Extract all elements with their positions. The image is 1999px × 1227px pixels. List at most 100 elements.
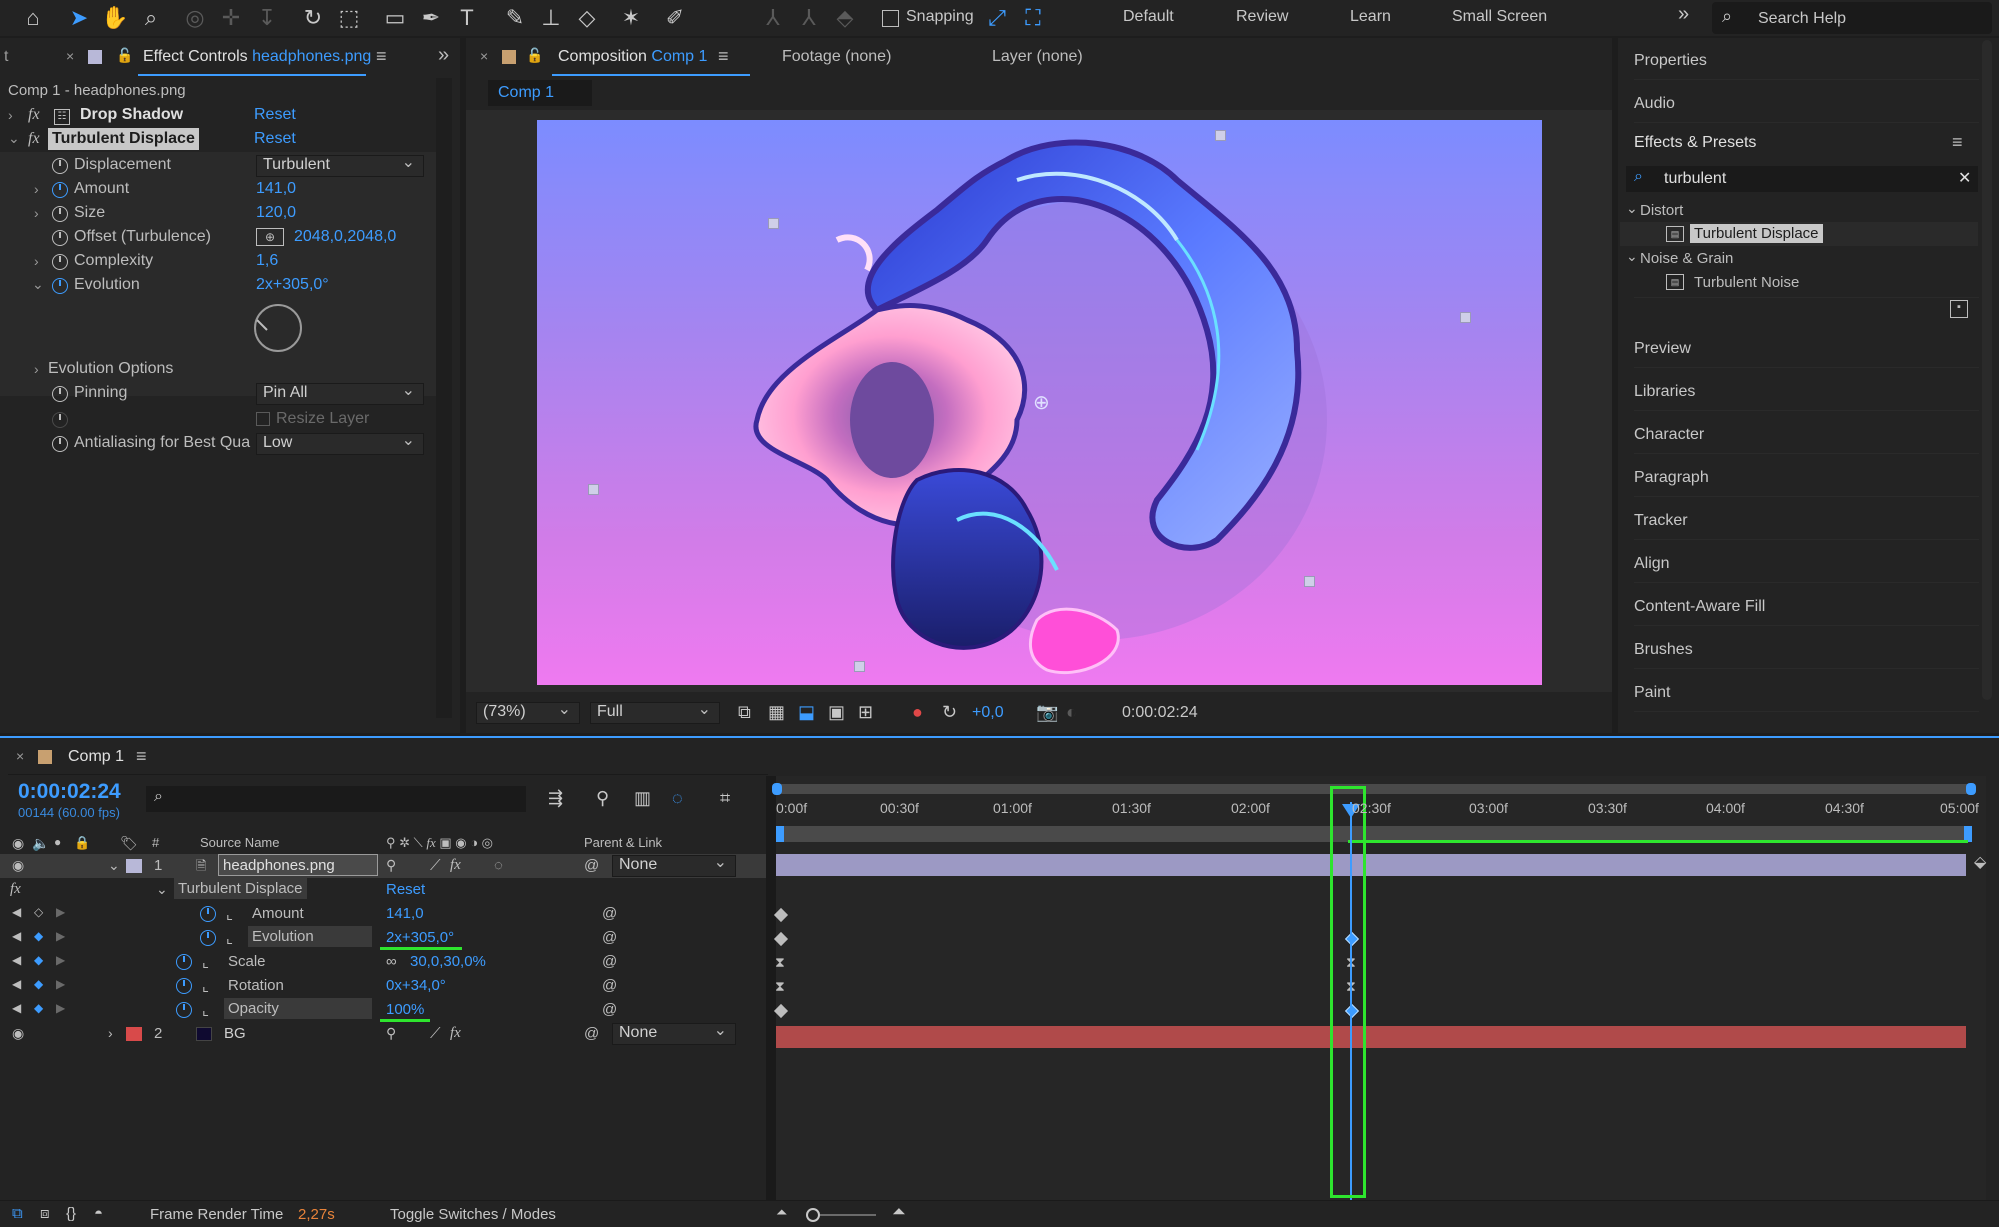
snap-edges-icon[interactable]: ⤢ xyxy=(982,4,1012,32)
libraries-panel[interactable]: Libraries xyxy=(1634,369,1979,411)
eye-icon[interactable]: ◉ xyxy=(12,835,24,852)
properties-panel[interactable]: Properties xyxy=(1634,38,1979,80)
category-distort[interactable]: Distort xyxy=(1640,202,1683,219)
paint-panel[interactable]: Paint xyxy=(1634,670,1979,712)
layer-switches-icon[interactable]: ⧉ xyxy=(12,1205,23,1222)
amount-value[interactable]: 141,0 xyxy=(256,180,296,198)
transform-handle[interactable] xyxy=(768,218,779,229)
stopwatch-icon[interactable] xyxy=(200,930,216,946)
complexity-value[interactable]: 1,6 xyxy=(256,252,278,270)
rotate-tool-icon[interactable]: ↻ xyxy=(298,4,328,32)
quality-switch-icon[interactable]: ⟋ xyxy=(430,857,441,874)
panel-overflow-icon[interactable]: » xyxy=(438,44,449,67)
drop-shadow-row[interactable]: › fx ☷ Drop Shadow Reset xyxy=(0,104,460,128)
footage-tab[interactable]: Footage (none) xyxy=(782,48,891,66)
selection-tool-icon[interactable]: ➤ xyxy=(64,4,94,32)
snapping-checkbox[interactable] xyxy=(882,10,899,27)
zoom-slider-thumb[interactable] xyxy=(806,1208,820,1222)
lock-icon[interactable]: 🔓 xyxy=(526,47,543,64)
offset-value[interactable]: 2048,0,2048,0 xyxy=(294,228,396,246)
snap-features-icon[interactable]: ⛶ xyxy=(1018,4,1048,32)
add-keyframe-icon[interactable]: ◇ xyxy=(34,905,43,919)
turbulent-displace-reset[interactable]: Reset xyxy=(254,130,296,148)
effect-name[interactable]: Turbulent Displace xyxy=(174,878,307,899)
shy-switch-icon[interactable]: ⚲ xyxy=(386,1025,396,1042)
workspace-default[interactable]: Default xyxy=(1123,8,1174,26)
exposure-value[interactable]: +0,0 xyxy=(972,704,1004,722)
comp-marker-bin-icon[interactable]: ⬙ xyxy=(1974,852,1986,872)
pickwhip-icon[interactable]: @ xyxy=(602,977,617,994)
pickwhip-icon[interactable]: @ xyxy=(602,1001,617,1018)
transform-handle[interactable] xyxy=(854,661,865,672)
clear-search-icon[interactable]: ✕ xyxy=(1958,168,1971,188)
next-keyframe-icon[interactable]: ▶ xyxy=(56,953,65,967)
scrollbar[interactable] xyxy=(436,78,452,718)
hand-tool-icon[interactable]: ✋ xyxy=(100,4,130,32)
effects-search-input[interactable]: ⌕ turbulent ✕ xyxy=(1626,166,1978,192)
next-keyframe-icon[interactable]: ▶ xyxy=(56,1001,65,1015)
brushes-panel[interactable]: Brushes xyxy=(1634,627,1979,669)
timeline-track-area[interactable]: ⧗ ⧗ ⧗ ⧗ ⬙ xyxy=(772,776,1986,1200)
fast-previews-icon[interactable]: ⧉ xyxy=(738,702,751,723)
displacement-dropdown[interactable]: Turbulent xyxy=(256,152,424,177)
evolution-options-row[interactable]: › Evolution Options xyxy=(0,358,460,382)
stopwatch-icon[interactable] xyxy=(52,254,68,270)
pan-camera-icon[interactable]: ✛ xyxy=(216,4,246,32)
col-source-name[interactable]: Source Name xyxy=(200,835,279,850)
navigator-start-handle[interactable] xyxy=(776,826,784,842)
project-tab[interactable]: t xyxy=(4,48,8,66)
guides-icon[interactable]: ⊞ xyxy=(858,702,873,723)
eye-icon[interactable]: ◉ xyxy=(12,857,24,874)
effect-controls-tab[interactable]: Effect Controls headphones.png xyxy=(143,48,371,66)
pickwhip-icon[interactable]: @ xyxy=(584,1025,599,1042)
chevron-right-icon[interactable]: › xyxy=(34,253,39,269)
keyframe[interactable] xyxy=(773,1003,789,1019)
keyframe-indicator-icon[interactable]: ◆ xyxy=(34,929,43,943)
work-area-bar[interactable] xyxy=(776,784,1972,794)
home-icon[interactable]: ⌂ xyxy=(18,4,48,32)
layer-name[interactable]: headphones.png xyxy=(218,854,378,876)
composition-tab[interactable]: Composition Comp 1 xyxy=(558,48,707,66)
region-of-interest-icon[interactable]: ▣ xyxy=(828,702,845,723)
motion-blur-status-icon[interactable]: ◓ xyxy=(94,1205,103,1222)
layer-row[interactable]: ◉ ⌄ 1 🗎 headphones.png ⚲ ⟋ fx ◌ @ None xyxy=(0,852,768,878)
pan-behind-tool-icon[interactable]: ⬚ xyxy=(334,4,364,32)
panel-menu-icon[interactable]: ≡ xyxy=(718,46,729,67)
label-icon[interactable]: 🏷 xyxy=(120,835,138,852)
zoom-out-icon[interactable]: ⏶ xyxy=(776,1204,787,1221)
keyframe[interactable] xyxy=(773,907,789,923)
frame-blending-icon[interactable]: ▥ xyxy=(634,788,651,809)
resize-layer-checkbox[interactable] xyxy=(256,412,270,426)
stopwatch-icon[interactable] xyxy=(52,278,68,294)
layer1-duration-bar[interactable] xyxy=(776,854,1966,876)
label-color-swatch[interactable] xyxy=(126,859,142,873)
layer-tab[interactable]: Layer (none) xyxy=(992,48,1083,66)
stopwatch-icon[interactable] xyxy=(52,436,68,452)
chevron-down-icon[interactable]: ⌄ xyxy=(108,857,120,874)
hold-keyframe-icon[interactable]: ⧗ xyxy=(775,978,785,995)
shy-switch-icon[interactable]: ⚲ xyxy=(386,857,396,874)
channels-icon[interactable]: ● xyxy=(912,702,923,723)
panel-menu-icon[interactable]: ≡ xyxy=(376,46,387,67)
close-icon[interactable]: × xyxy=(480,48,488,64)
layer-parent-dropdown[interactable]: None xyxy=(612,1020,736,1045)
graph-icon[interactable]: ⌞ xyxy=(202,1001,209,1019)
effect-turbulent-displace[interactable]: Turbulent Displace xyxy=(1690,224,1823,243)
prev-keyframe-icon[interactable]: ◀ xyxy=(12,977,21,991)
zoom-in-icon[interactable]: ⏶ xyxy=(892,1202,906,1222)
workspace-learn[interactable]: Learn xyxy=(1350,8,1391,26)
prev-keyframe-icon[interactable]: ◀ xyxy=(12,953,21,967)
chevron-right-icon[interactable]: › xyxy=(8,107,13,123)
stopwatch-icon[interactable] xyxy=(52,206,68,222)
chevron-right-icon[interactable]: › xyxy=(34,205,39,221)
evolution-dial[interactable] xyxy=(254,304,302,352)
next-keyframe-icon[interactable]: ▶ xyxy=(56,905,65,919)
viewer-timecode[interactable]: 0:00:02:24 xyxy=(1122,704,1198,722)
effect-turbulent-noise[interactable]: Turbulent Noise xyxy=(1694,274,1799,291)
puppet-pin-icon[interactable]: ✐ xyxy=(660,4,690,32)
close-icon[interactable]: × xyxy=(66,48,74,64)
prop-rotation-value[interactable]: 0x+34,0° xyxy=(386,977,446,994)
quality-switch-icon[interactable]: ⟋ xyxy=(430,1025,441,1042)
axis-local-icon[interactable]: ⅄ xyxy=(758,4,788,32)
show-snapshot-icon[interactable]: ◐ xyxy=(1066,702,1077,723)
